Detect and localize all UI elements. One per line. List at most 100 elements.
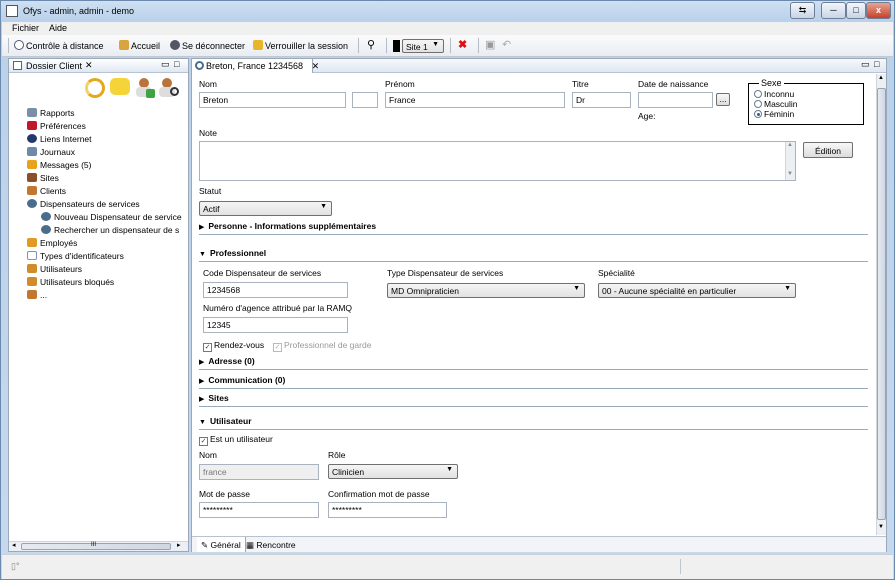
tree-item-clients[interactable]: Clients xyxy=(27,186,66,196)
chevron-right-icon: ▶ xyxy=(199,224,205,231)
editor-vertical-scrollbar[interactable]: ▲ ▼ xyxy=(876,74,886,535)
tree-item-preferences[interactable]: Préférences xyxy=(27,121,86,131)
help-circle-icon xyxy=(14,40,24,50)
site-select[interactable]: Site 1 ▼ xyxy=(402,39,444,53)
minimize-pane-icon[interactable]: ▭ xyxy=(861,59,870,70)
tree-item-dispensateurs[interactable]: Dispensateurs de services xyxy=(27,199,140,209)
naissance-input[interactable] xyxy=(638,92,713,108)
maximize-pane-icon[interactable]: □ xyxy=(174,59,179,69)
status-icon: ▯° xyxy=(11,561,20,571)
scroll-up-icon[interactable]: ▲ xyxy=(878,75,884,81)
confirm-password-input[interactable]: ********* xyxy=(328,502,447,518)
search-button[interactable]: ⚲ xyxy=(367,40,375,51)
menu-bar: Fichier Aide xyxy=(2,22,893,35)
help-window-button[interactable]: ⇆ xyxy=(790,2,815,19)
sexe-option-feminin[interactable]: Féminin xyxy=(754,109,794,119)
tree-item-utilisateurs[interactable]: Utilisateurs xyxy=(27,264,82,274)
message-icon[interactable] xyxy=(110,78,130,95)
scroll-down-icon[interactable]: ▼ xyxy=(878,524,884,530)
radio-feminin[interactable] xyxy=(754,110,762,118)
statut-select[interactable]: Actif ▼ xyxy=(199,201,332,216)
sexe-option-masculin[interactable]: Masculin xyxy=(754,99,798,109)
window-title: Ofys - admin, admin - demo xyxy=(23,6,135,16)
scroll-left-icon[interactable]: ◂ xyxy=(12,541,16,549)
code-input[interactable]: 1234568 xyxy=(203,282,348,298)
maximize-pane-icon[interactable]: □ xyxy=(874,59,879,69)
role-select[interactable]: Clinicien ▼ xyxy=(328,464,458,479)
tree-item-utilisateurs-bloques[interactable]: Utilisateurs bloqués xyxy=(27,277,114,287)
agence-input[interactable]: 12345 xyxy=(203,317,348,333)
specialite-select[interactable]: 00 - Aucune spécialité en particulier ▼ xyxy=(598,283,796,298)
reports-icon xyxy=(27,108,37,117)
logout-button[interactable]: Se déconnecter xyxy=(170,40,245,51)
add-provider-icon[interactable] xyxy=(135,78,155,98)
section-communication[interactable]: ▶ Communication (0) xyxy=(199,375,285,385)
scroll-thumb[interactable] xyxy=(877,88,886,520)
tree-item-messages[interactable]: Messages (5) xyxy=(27,160,92,170)
tree-item-rapports[interactable]: Rapports xyxy=(27,108,75,118)
tree-item-types-identificateurs[interactable]: Types d'identificateurs xyxy=(27,251,124,261)
lock-session-button[interactable]: Verrouiller la session xyxy=(253,40,348,51)
close-tab-icon[interactable]: ✕ xyxy=(312,61,320,71)
left-horizontal-scrollbar[interactable]: ◂ III ▸ xyxy=(9,541,188,551)
prenom-input[interactable]: France xyxy=(385,92,565,108)
sexe-option-inconnu[interactable]: Inconnu xyxy=(754,89,794,99)
tree-item-sites[interactable]: Sites xyxy=(27,173,59,183)
password-input[interactable]: ********* xyxy=(199,502,319,518)
delete-icon[interactable]: ✖ xyxy=(458,38,467,51)
tree-item-employes[interactable]: Employés xyxy=(27,238,77,248)
stethoscope-add-icon xyxy=(41,212,51,221)
undo-icon[interactable]: ↶ xyxy=(502,38,511,51)
confirm-password-label: Confirmation mot de passe xyxy=(328,489,430,499)
tree-item-journaux[interactable]: Journaux xyxy=(27,147,75,157)
refresh-icon[interactable] xyxy=(85,78,105,98)
toolbar: Contrôle à distance Accueil Se déconnect… xyxy=(2,35,893,57)
tree-item-nouveau-dispensateur[interactable]: Nouveau Dispensateur de service xyxy=(41,212,182,222)
edition-button[interactable]: Édition xyxy=(803,142,853,158)
menu-aide[interactable]: Aide xyxy=(49,23,67,33)
menu-fichier[interactable]: Fichier xyxy=(12,23,39,33)
type-select[interactable]: MD Omnipraticien ▼ xyxy=(387,283,585,298)
scroll-down-icon[interactable]: ▼ xyxy=(787,171,793,177)
save-icon[interactable]: ▣ xyxy=(485,38,495,51)
scroll-right-icon[interactable]: ▸ xyxy=(177,541,181,549)
editor-tab[interactable]: Breton, France 1234568 ✕ xyxy=(192,59,319,73)
tab-rencontre[interactable]: ▦ Rencontre xyxy=(242,537,300,552)
est-utilisateur-checkbox[interactable]: ✓ Est un utilisateur xyxy=(199,434,273,446)
note-scrollbar[interactable]: ▲ ▼ xyxy=(785,142,795,180)
nom-input[interactable]: Breton xyxy=(199,92,346,108)
maximize-button[interactable]: □ xyxy=(846,2,866,19)
scroll-thumb[interactable]: III xyxy=(21,542,171,550)
date-picker-button[interactable]: ... xyxy=(716,93,730,106)
section-utilisateur[interactable]: ▼ Utilisateur xyxy=(199,416,252,426)
tree-item-liens-internet[interactable]: Liens Internet xyxy=(27,134,92,144)
rendez-vous-checkbox[interactable]: ✓ Rendez-vous xyxy=(203,340,264,352)
section-professionnel[interactable]: ▼ Professionnel xyxy=(199,248,266,258)
chevron-down-icon: ▼ xyxy=(784,285,791,292)
scroll-up-icon[interactable]: ▲ xyxy=(787,142,793,148)
tree-item-rechercher-dispensateur[interactable]: Rechercher un dispensateur de s xyxy=(41,225,179,235)
tree-item-more[interactable]: ... xyxy=(27,290,47,300)
minimize-button[interactable]: ─ xyxy=(821,2,846,19)
section-adresse[interactable]: ▶ Adresse (0) xyxy=(199,356,255,366)
globe-icon xyxy=(27,134,37,143)
note-textarea[interactable]: ▲ ▼ xyxy=(199,141,796,181)
initial-input[interactable] xyxy=(352,92,378,108)
employee-icon xyxy=(27,238,37,247)
titre-input[interactable]: Dr xyxy=(572,92,631,108)
garde-checkbox[interactable]: ✓ Professionnel de garde xyxy=(273,340,371,352)
remote-control-button[interactable]: Contrôle à distance xyxy=(14,40,104,51)
close-button[interactable]: x xyxy=(866,2,891,19)
radio-inconnu[interactable] xyxy=(754,90,762,98)
section-personne[interactable]: ▶ Personne - Informations supplémentaires xyxy=(199,221,376,231)
search-provider-icon[interactable] xyxy=(159,78,181,98)
user-nom-input[interactable]: france xyxy=(199,464,319,480)
section-sites[interactable]: ▶ Sites xyxy=(199,393,229,403)
tab-general[interactable]: ✎ Général xyxy=(197,537,246,552)
stethoscope-search-icon xyxy=(41,225,51,234)
home-button[interactable]: Accueil xyxy=(119,40,160,51)
radio-masculin[interactable] xyxy=(754,100,762,108)
minimize-pane-icon[interactable]: ▭ xyxy=(161,59,170,70)
close-tab-icon[interactable]: ✕ xyxy=(85,60,93,71)
specialite-label: Spécialité xyxy=(598,268,635,278)
